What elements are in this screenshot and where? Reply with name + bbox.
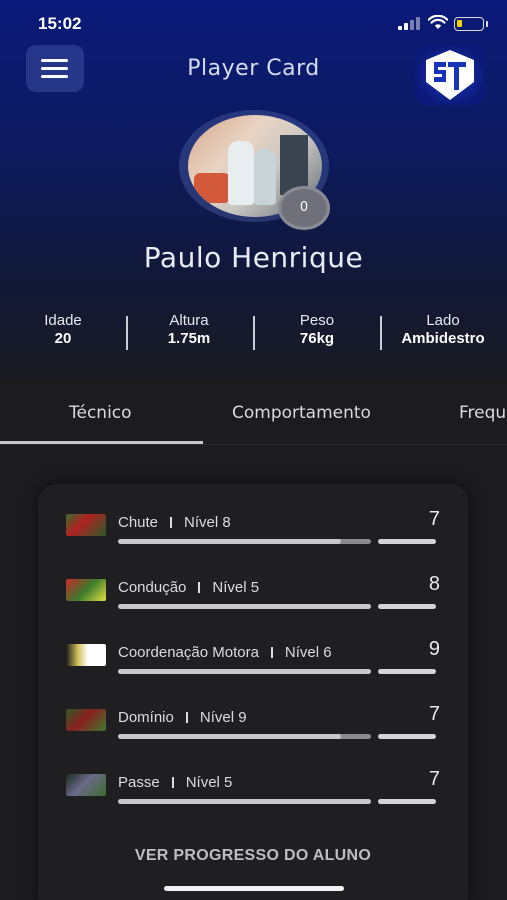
skill-level: Nível 6	[284, 644, 332, 661]
active-tab-indicator	[0, 441, 203, 444]
skill-progress-fill	[118, 669, 371, 674]
skill-progress-fill	[118, 734, 341, 739]
skill-label: Chute Nível 8	[118, 514, 231, 531]
skill-thumbnail	[66, 514, 106, 536]
skill-progress-bar	[118, 734, 371, 739]
wifi-icon	[428, 15, 448, 29]
skill-thumbnail	[66, 709, 106, 731]
skill-progress-secondary	[378, 604, 436, 609]
skill-score: 7	[428, 508, 440, 530]
skill-name: Domínio	[118, 709, 174, 726]
skill-progress-bar	[118, 799, 371, 804]
skill-score: 7	[428, 768, 440, 790]
skill-name: Condução	[118, 579, 187, 596]
skill-label: Domínio Nível 9	[118, 709, 247, 726]
skill-progress-bar	[118, 539, 371, 544]
skill-name: Passe	[118, 774, 160, 791]
skill-label: Coordenação Motora Nível 6	[118, 644, 332, 661]
cellular-signal-icon	[398, 16, 422, 30]
stat-value: 1.75m	[167, 330, 211, 347]
stat-altura: Altura 1.75m	[146, 312, 232, 347]
skill-score: 9	[428, 638, 440, 660]
stg-logo[interactable]	[412, 42, 488, 108]
skill-row[interactable]: Condução Nível 5 8	[38, 559, 468, 609]
tabs-divider	[0, 444, 507, 445]
skill-separator	[171, 777, 174, 788]
tab-tecnico[interactable]: Técnico	[69, 403, 132, 423]
skill-level: Nível 5	[185, 774, 233, 791]
skill-progress-secondary	[378, 669, 436, 674]
stat-label: Lado	[426, 312, 460, 329]
stat-label: Altura	[169, 312, 209, 329]
stat-lado: Lado Ambidestro	[393, 312, 493, 347]
avatar-badge[interactable]: 0	[278, 186, 330, 230]
stat-label: Idade	[44, 312, 82, 329]
skill-level: Nível 5	[212, 579, 260, 596]
skill-thumbnail	[66, 644, 106, 666]
skill-separator	[185, 712, 188, 723]
player-name: Paulo Henrique	[143, 241, 364, 274]
status-bar: 15:02	[0, 0, 507, 48]
skill-name: Chute	[118, 514, 159, 531]
stat-divider	[253, 316, 255, 350]
skill-progress-secondary	[378, 734, 436, 739]
skill-progress-secondary	[378, 799, 436, 804]
skill-thumbnail	[66, 579, 106, 601]
skill-progress-bar	[118, 669, 371, 674]
stat-value: 20	[54, 330, 72, 347]
skill-separator	[270, 647, 273, 658]
battery-icon	[454, 17, 488, 31]
tab-bar: Técnico Comportamento Freque	[0, 395, 507, 445]
skill-separator	[170, 517, 173, 528]
skill-level: Nível 8	[184, 514, 231, 531]
skill-row[interactable]: Passe Nível 5 7	[38, 754, 468, 804]
skill-progress-fill	[118, 799, 371, 804]
view-progress-button[interactable]: VER PROGRESSO DO ALUNO	[38, 847, 468, 865]
skill-score: 8	[428, 573, 440, 595]
skill-thumbnail	[66, 774, 106, 796]
skill-separator	[198, 582, 201, 593]
skill-progress-bar	[118, 604, 371, 609]
stat-idade: Idade 20	[22, 312, 104, 347]
stat-value: 76kg	[299, 330, 335, 347]
stat-label: Peso	[299, 312, 335, 329]
tab-comportamento[interactable]: Comportamento	[232, 403, 371, 423]
status-time: 15:02	[38, 14, 82, 33]
skill-label: Condução Nível 5	[118, 579, 259, 596]
home-indicator[interactable]	[164, 886, 344, 891]
skill-row[interactable]: Domínio Nível 9 7	[38, 689, 468, 739]
skill-row[interactable]: Chute Nível 8 7	[38, 494, 468, 544]
player-stats: Idade 20 Altura 1.75m Peso 76kg Lado Amb…	[0, 312, 507, 352]
skill-name: Coordenação Motora	[118, 644, 259, 661]
stat-divider	[380, 316, 382, 350]
skill-progress-fill	[118, 539, 341, 544]
skill-level: Nível 9	[199, 709, 247, 726]
tab-frequencia[interactable]: Freque	[459, 403, 507, 423]
skills-card: Chute Nível 8 7 Condução Nível 5 8 Coordenação…	[38, 484, 468, 900]
stat-peso: Peso 76kg	[275, 312, 359, 347]
skill-progress-fill	[118, 604, 371, 609]
skill-row[interactable]: Coordenação Motora Nível 6 9	[38, 624, 468, 674]
skill-score: 7	[428, 703, 440, 725]
stat-divider	[126, 316, 128, 350]
stat-value: Ambidestro	[401, 330, 485, 347]
skill-progress-secondary	[378, 539, 436, 544]
skill-label: Passe Nível 5	[118, 774, 232, 791]
